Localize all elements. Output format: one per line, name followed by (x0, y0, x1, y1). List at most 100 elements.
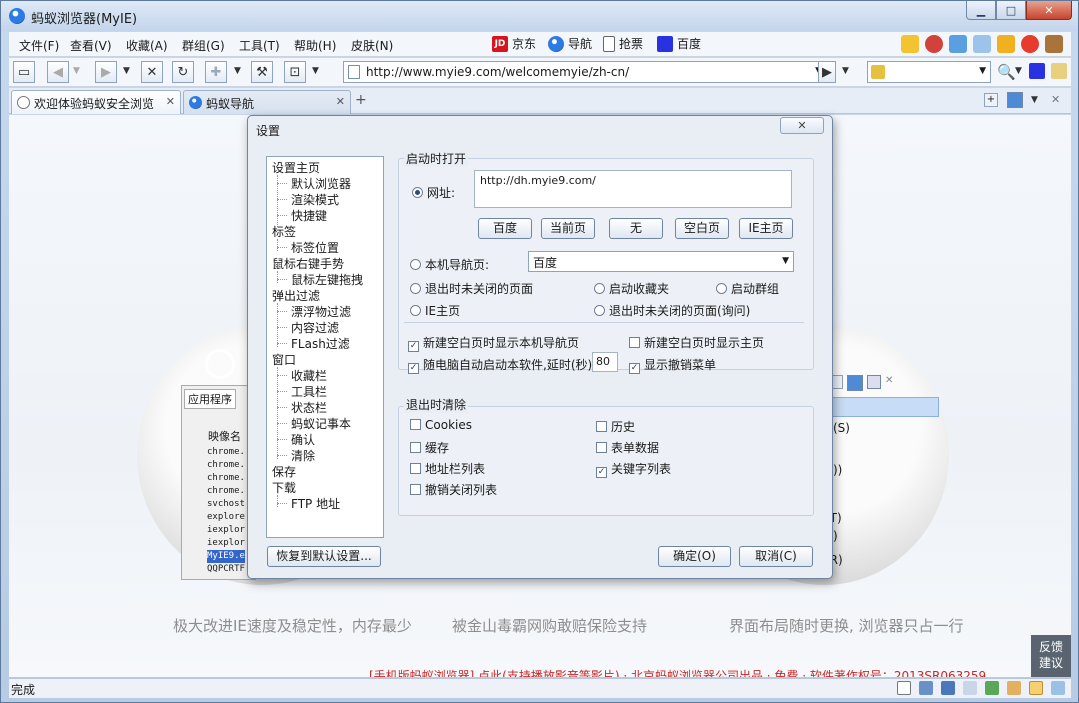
reading-mode-button[interactable]: ▭ (13, 61, 35, 83)
zoom-icon[interactable] (1051, 681, 1065, 695)
menu-groups[interactable]: 群组(G) (182, 37, 225, 54)
clear-keyword-list-checkbox[interactable]: ✓ 关键字列表 (596, 460, 671, 478)
dialog-close-button[interactable]: ✕ (780, 117, 824, 134)
add-dropdown-icon[interactable]: ▼ (234, 66, 241, 76)
tree-node[interactable]: 下载 (272, 479, 296, 496)
tree-node[interactable]: 蚂蚁记事本 (277, 415, 351, 432)
restore-pages-radio[interactable]: 退出时未关闭的页面 (410, 280, 533, 297)
tools-button[interactable]: ⚒ (251, 61, 273, 83)
local-nav-radio[interactable]: 本机导航页: (410, 256, 489, 273)
zoom-dropdown-icon[interactable]: ▼ (312, 66, 319, 76)
clipboard-icon[interactable] (973, 35, 991, 53)
image-toggle-icon[interactable] (919, 681, 933, 695)
tree-node[interactable]: 确认 (277, 431, 315, 448)
tree-node[interactable]: 内容过滤 (277, 319, 339, 336)
address-bar[interactable]: http://www.myie9.com/welcomemyie/zh-cn/ … (343, 61, 827, 83)
notes-icon[interactable] (949, 35, 967, 53)
tree-node[interactable]: 默认浏览器 (277, 175, 351, 192)
clear-undo-list-checkbox[interactable]: 撤销关闭列表 (410, 481, 497, 498)
tree-node[interactable]: 保存 (272, 463, 296, 480)
zoom-page-button[interactable]: ⊡ (284, 61, 306, 83)
menu-favorites[interactable]: 收藏(A) (126, 37, 168, 54)
note-pen-icon[interactable] (1051, 63, 1067, 79)
close-panel-icon[interactable]: ✕ (1051, 93, 1060, 106)
dragdrop-icon[interactable] (1029, 681, 1043, 695)
blank-show-local-nav-checkbox[interactable]: ✓ 新建空白页时显示本机导航页 (408, 334, 579, 352)
search-box[interactable]: ▼ (867, 61, 991, 83)
feedback-button[interactable]: 反馈 建议 (1031, 635, 1071, 677)
search-dropdown-icon[interactable]: ▼ (1015, 66, 1022, 76)
preset-current-page-button[interactable]: 当前页 (541, 218, 595, 239)
layout-dropdown-icon[interactable]: ▼ (1031, 95, 1038, 105)
go-dropdown-icon[interactable]: ▼ (842, 66, 849, 76)
quicklink-nav[interactable]: 导航 (548, 35, 592, 52)
tree-node[interactable]: 标签位置 (277, 239, 339, 256)
tab-ant-nav[interactable]: 蚂蚁导航 ✕ (183, 90, 351, 114)
preset-ie-home-button[interactable]: IE主页 (739, 218, 793, 239)
refresh-button[interactable]: ↻ (172, 61, 194, 83)
preset-none-button[interactable]: 无 (609, 218, 663, 239)
window-icon[interactable] (941, 681, 955, 695)
minimize-button[interactable]: ▁ (966, 1, 996, 20)
tab-ant-nav-close-icon[interactable]: ✕ (336, 95, 345, 108)
tree-node[interactable]: 鼠标左键拖拽 (277, 271, 363, 288)
maximize-button[interactable]: □ (996, 1, 1026, 20)
security-icon[interactable] (925, 35, 943, 53)
ie-home-radio[interactable]: IE主页 (410, 302, 460, 319)
page-info-icon[interactable] (897, 681, 911, 695)
back-button[interactable]: ◀ (47, 61, 69, 83)
clear-cache-checkbox[interactable]: 缓存 (410, 439, 449, 456)
preset-blank-page-button[interactable]: 空白页 (675, 218, 729, 239)
tree-node[interactable]: 工具栏 (277, 383, 327, 400)
clear-history-checkbox[interactable]: 历史 (596, 418, 635, 435)
preset-baidu-button[interactable]: 百度 (478, 218, 532, 239)
tree-node[interactable]: 收藏栏 (277, 367, 327, 384)
back-dropdown-icon[interactable]: ▼ (73, 66, 80, 76)
restore-pages-ask-radio[interactable]: 退出时未关闭的页面(询问) (594, 302, 750, 319)
layout-icon[interactable] (1007, 92, 1023, 108)
baidu-paw-icon[interactable] (1029, 63, 1045, 79)
tree-node[interactable]: 窗口 (272, 351, 296, 368)
homepage-url-input[interactable]: http://dh.myie9.com/ (474, 170, 792, 208)
clear-cookies-checkbox[interactable]: Cookies (410, 418, 472, 432)
tree-node[interactable]: 快捷键 (277, 207, 327, 224)
broom-icon[interactable] (997, 35, 1015, 53)
local-nav-select[interactable]: 百度 ▼ (528, 251, 794, 272)
search-icon[interactable]: 🔍 (997, 63, 1016, 81)
tree-node[interactable]: 弹出过滤 (272, 287, 320, 304)
open-favorites-radio[interactable]: 启动收藏夹 (594, 280, 669, 297)
menu-skin[interactable]: 皮肤(N) (351, 37, 393, 54)
tree-node[interactable]: 渲染模式 (277, 191, 339, 208)
new-tab-button[interactable]: + (355, 92, 367, 108)
forward-button[interactable]: ▶ (95, 61, 117, 83)
tree-node[interactable]: 清除 (277, 447, 315, 464)
hand-icon[interactable] (1007, 681, 1021, 695)
tree-node[interactable]: 标签 (272, 223, 296, 240)
tree-node[interactable]: 设置主页 (272, 159, 320, 176)
search-engine-dropdown-icon[interactable]: ▼ (979, 66, 986, 76)
go-button[interactable]: ▶ (818, 61, 836, 83)
footer-text[interactable]: [手机版蚂蚁浏览器] 点此(支持播放影音等影片) · 北京蚂蚁浏览器公司出品 ·… (369, 667, 1009, 677)
download-icon[interactable] (985, 681, 999, 695)
clear-form-data-checkbox[interactable]: 表单数据 (596, 439, 659, 456)
stop-button[interactable]: ✕ (141, 61, 163, 83)
tab-welcome-close-icon[interactable]: ✕ (166, 95, 175, 108)
broadcast-icon[interactable] (901, 35, 919, 53)
menu-tools[interactable]: 工具(T) (239, 37, 280, 54)
ant-icon[interactable] (1045, 35, 1063, 53)
cancel-button[interactable]: 取消(C) (739, 546, 813, 567)
autostart-checkbox[interactable]: ✓ 随电脑自动启动本软件,延时(秒) (408, 356, 592, 374)
add-button[interactable]: ✚ (205, 61, 227, 83)
tree-node[interactable]: 漂浮物过滤 (277, 303, 351, 320)
url-radio[interactable]: 网址: (412, 184, 455, 201)
add-panel-icon[interactable]: + (984, 93, 998, 107)
tab-welcome[interactable]: 欢迎体验蚂蚁安全浏览 ✕ (11, 90, 181, 114)
menu-file[interactable]: 文件(F) (19, 37, 59, 54)
tree-node[interactable]: 鼠标右键手势 (272, 255, 344, 272)
forward-dropdown-icon[interactable]: ▼ (123, 66, 130, 76)
quicklink-jd[interactable]: JD 京东 (492, 35, 536, 52)
autostart-delay-input[interactable]: 80 (592, 352, 618, 372)
tree-node[interactable]: FLash过滤 (277, 335, 350, 352)
weibo-icon[interactable] (1021, 35, 1039, 53)
menu-view[interactable]: 查看(V) (70, 37, 112, 54)
